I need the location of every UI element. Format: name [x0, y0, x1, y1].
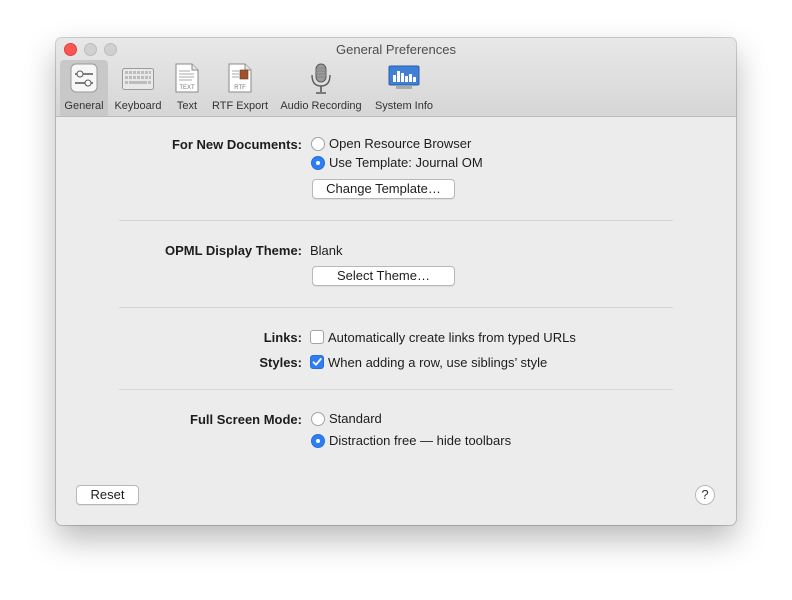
use-template-radio[interactable]: [311, 156, 325, 170]
open-resource-browser-label: Open Resource Browser: [329, 136, 472, 151]
opml-theme-value: Blank: [310, 243, 343, 258]
open-resource-browser-radio[interactable]: [311, 137, 325, 151]
separator: [119, 389, 673, 390]
window-title: General Preferences: [336, 42, 456, 57]
select-theme-button[interactable]: Select Theme…: [312, 266, 455, 286]
toolbar-item-system-info[interactable]: System Info: [370, 60, 438, 116]
toolbar-label-system-info: System Info: [374, 100, 434, 112]
reset-button[interactable]: Reset: [76, 485, 139, 505]
preferences-window: General Preferences General Keyboard TEX…: [56, 38, 736, 525]
distraction-free-label: Distraction free — hide toolbars: [329, 433, 512, 448]
new-documents-label: For New Documents:: [171, 137, 302, 152]
text-document-icon: TEXT: [175, 63, 199, 96]
styles-label: Styles:: [259, 355, 302, 370]
distraction-free-radio[interactable]: [311, 434, 325, 448]
toolbar-label-rtf-export: RTF Export: [211, 100, 269, 112]
toolbar-label-general: General: [64, 100, 104, 112]
auto-links-checkbox[interactable]: [310, 330, 324, 344]
opml-theme-label: OPML Display Theme:: [164, 243, 302, 258]
auto-links-label: Automatically create links from typed UR…: [328, 330, 576, 345]
toolbar-item-rtf-export[interactable]: RTF RTF Export: [208, 60, 272, 116]
svg-text:TEXT: TEXT: [179, 85, 195, 91]
use-template-label: Use Template: Journal OM: [329, 155, 483, 170]
separator: [119, 307, 673, 308]
change-template-button[interactable]: Change Template…: [312, 179, 455, 199]
general-sliders-icon: [70, 63, 98, 96]
links-label: Links:: [263, 330, 302, 345]
standard-radio[interactable]: [311, 412, 325, 426]
toolbar-label-keyboard: Keyboard: [114, 100, 162, 112]
rtf-document-icon: RTF: [228, 63, 252, 96]
microphone-icon: [309, 63, 333, 98]
toolbar-item-general[interactable]: General: [60, 60, 108, 116]
toolbar-item-audio-recording[interactable]: Audio Recording: [276, 60, 366, 116]
standard-label: Standard: [329, 411, 382, 426]
toolbar-label-text: Text: [176, 100, 198, 112]
sibling-style-checkbox[interactable]: [310, 355, 324, 369]
sibling-style-label: When adding a row, use siblings’ style: [328, 355, 548, 370]
toolbar-item-text[interactable]: TEXT Text: [168, 60, 206, 116]
help-button[interactable]: ?: [695, 485, 715, 505]
full-screen-mode-label: Full Screen Mode:: [190, 412, 302, 427]
checkmark-icon: [312, 358, 322, 366]
title-bar: General Preferences General Keyboard TEX…: [56, 38, 736, 117]
svg-text:RTF: RTF: [234, 85, 246, 91]
separator: [119, 220, 673, 221]
toolbar-label-audio-recording: Audio Recording: [280, 100, 362, 112]
system-info-chart-icon: [388, 65, 420, 94]
keyboard-icon: [122, 68, 154, 93]
toolbar-item-keyboard[interactable]: Keyboard: [112, 60, 164, 116]
